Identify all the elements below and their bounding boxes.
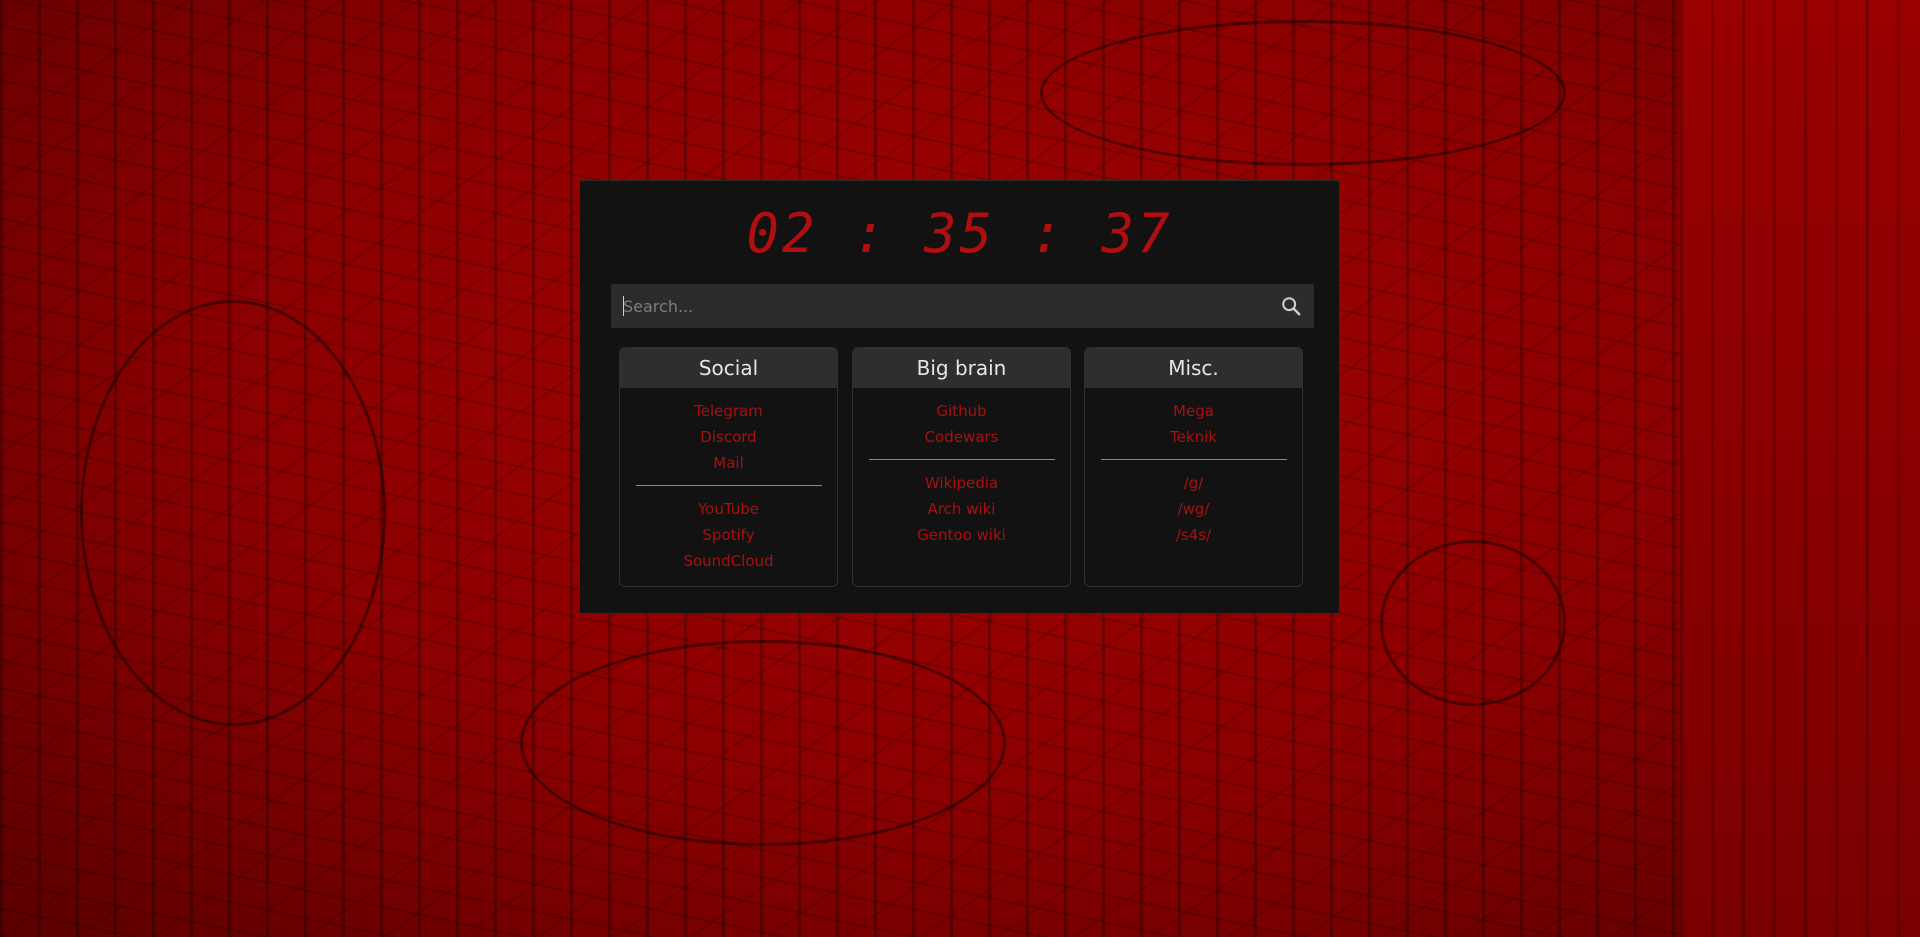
link-s4s-board[interactable]: /s4s/ bbox=[1085, 522, 1302, 548]
startpage-panel: 02 : 35 : 37 Social Telegram Discord Mai… bbox=[579, 180, 1340, 614]
card-social: Social Telegram Discord Mail YouTube Spo… bbox=[619, 347, 838, 587]
link-teknik[interactable]: Teknik bbox=[1085, 424, 1302, 450]
card-title: Social bbox=[620, 348, 837, 388]
card-links: Github Codewars Wikipedia Arch wiki Gent… bbox=[853, 388, 1070, 548]
card-title: Big brain bbox=[853, 348, 1070, 388]
wallpaper-wire bbox=[1380, 540, 1566, 706]
card-links: Mega Teknik /g/ /wg/ /s4s/ bbox=[1085, 388, 1302, 548]
card-title: Misc. bbox=[1085, 348, 1302, 388]
link-github[interactable]: Github bbox=[853, 398, 1070, 424]
link-codewars[interactable]: Codewars bbox=[853, 424, 1070, 450]
search-icon[interactable] bbox=[1280, 295, 1302, 317]
link-telegram[interactable]: Telegram bbox=[620, 398, 837, 424]
wallpaper-strip bbox=[1680, 0, 1920, 937]
link-wikipedia[interactable]: Wikipedia bbox=[853, 470, 1070, 496]
card-misc: Misc. Mega Teknik /g/ /wg/ /s4s/ bbox=[1084, 347, 1303, 587]
link-gentoo-wiki[interactable]: Gentoo wiki bbox=[853, 522, 1070, 548]
link-g-board[interactable]: /g/ bbox=[1085, 470, 1302, 496]
link-wg-board[interactable]: /wg/ bbox=[1085, 496, 1302, 522]
divider bbox=[635, 485, 822, 486]
link-mega[interactable]: Mega bbox=[1085, 398, 1302, 424]
search-input[interactable] bbox=[623, 284, 1263, 328]
text-caret bbox=[623, 296, 624, 316]
link-youtube[interactable]: YouTube bbox=[620, 496, 837, 522]
link-discord[interactable]: Discord bbox=[620, 424, 837, 450]
link-spotify[interactable]: Spotify bbox=[620, 522, 837, 548]
link-soundcloud[interactable]: SoundCloud bbox=[620, 548, 837, 574]
link-mail[interactable]: Mail bbox=[620, 450, 837, 476]
search-bar[interactable] bbox=[611, 284, 1314, 328]
card-links: Telegram Discord Mail YouTube Spotify So… bbox=[620, 388, 837, 574]
wallpaper-wire bbox=[1040, 20, 1566, 166]
divider bbox=[1100, 459, 1287, 460]
link-arch-wiki[interactable]: Arch wiki bbox=[853, 496, 1070, 522]
card-big-brain: Big brain Github Codewars Wikipedia Arch… bbox=[852, 347, 1071, 587]
divider bbox=[868, 459, 1055, 460]
wallpaper-wire bbox=[80, 300, 386, 726]
wallpaper-wire bbox=[520, 640, 1006, 846]
clock: 02 : 35 : 37 bbox=[746, 202, 1173, 265]
